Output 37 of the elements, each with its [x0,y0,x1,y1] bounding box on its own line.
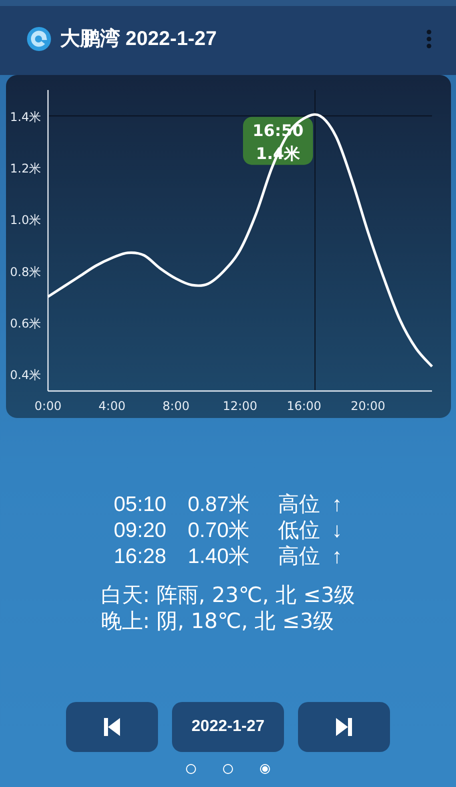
tide-arrow: ↓ [332,518,342,544]
weather-text: 晚上: 阴, 18℃, 北 ≤3级 [100,608,336,634]
y-axis-label: 0.6米 [10,316,41,331]
x-axis-label: 8:00 [162,399,189,413]
previous-day-button[interactable] [66,702,158,752]
tide-height: 0.70米 [188,518,251,544]
tide-time: 05:10 [114,492,168,518]
tide-type: 高位 [278,492,321,518]
tide-type: 低位 [278,518,321,544]
app-title: 大鹏湾 2022-1-27 [60,26,218,52]
logo-icon [26,26,52,52]
tide-height: 1.40米 [188,544,251,570]
x-axis-label: 16:00 [286,399,321,413]
page-indicator[interactable] [186,764,196,774]
tide-type: 高位 [278,544,321,570]
y-axis-label: 1.0米 [10,213,41,228]
page-indicator[interactable] [223,764,233,774]
x-axis-label: 0:00 [34,399,61,413]
skip-next-icon [335,717,353,737]
y-axis-label: 0.4米 [10,368,41,382]
x-axis-label: 4:00 [98,399,125,413]
next-day-button[interactable] [298,702,390,752]
weather-text: 白天: 阵雨, 23℃, 北 ≤3级 [100,582,356,608]
more-options-icon [426,28,432,48]
y-axis-label: 1.4米 [10,110,41,124]
y-axis-label: 0.8米 [10,264,41,279]
date-button[interactable]: 2022-1-27 [172,702,284,752]
y-axis-label: 1.2米 [10,162,41,176]
tide-time: 09:20 [114,518,168,544]
tide-time: 16:28 [114,544,168,570]
x-axis-label: 20:00 [350,399,385,413]
tide-height: 0.87米 [188,492,251,518]
tide-arrow: ↑ [332,544,342,570]
tide-arrow: ↑ [332,492,342,518]
x-axis-label: 12:00 [222,399,257,413]
skip-previous-icon [103,717,121,737]
page-indicator[interactable] [260,764,270,774]
